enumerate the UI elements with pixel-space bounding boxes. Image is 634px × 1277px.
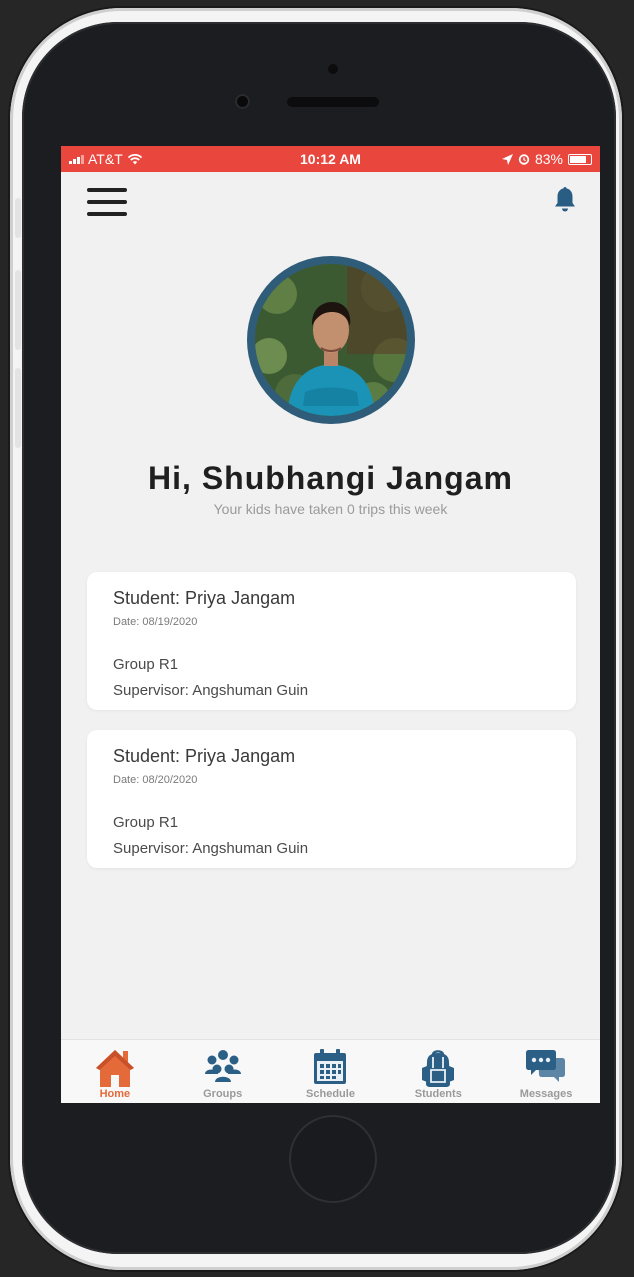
status-right: 83%: [501, 151, 592, 167]
trip-card[interactable]: Student: Priya Jangam Date: 08/20/2020 G…: [87, 730, 576, 868]
trip-supervisor: Supervisor: Angshuman Guin: [113, 682, 309, 699]
volume-up-button: [15, 270, 21, 350]
earpiece-speaker: [287, 97, 379, 107]
mute-switch: [15, 198, 21, 238]
location-arrow-icon: [501, 153, 513, 165]
bell-icon[interactable]: [550, 184, 580, 216]
groups-icon: [204, 1050, 241, 1082]
trip-supervisor: Supervisor: Angshuman Guin: [113, 840, 309, 857]
profile-photo: [255, 264, 407, 416]
hamburger-menu-icon[interactable]: [87, 188, 127, 218]
trip-card[interactable]: Student: Priya Jangam Date: 08/19/2020 G…: [87, 572, 576, 710]
app-screen: AT&T 10:12 AM 83% Hi, Shubhangi Jangam Y…: [61, 146, 600, 1103]
tab-messages[interactable]: Messages: [492, 1040, 600, 1103]
backpack-icon: [422, 1050, 455, 1087]
volume-down-button: [15, 368, 21, 448]
trip-group: Group R1: [113, 656, 179, 673]
front-camera: [235, 94, 250, 109]
chat-icon: [526, 1050, 566, 1082]
tab-schedule[interactable]: Schedule: [277, 1040, 385, 1103]
battery-percent: 83%: [534, 151, 563, 167]
battery-icon: [568, 153, 592, 165]
trip-student: Student: Priya Jangam: [113, 746, 296, 766]
bottom-tab-bar: Home Groups Schedule Students Messages: [61, 1039, 600, 1103]
tab-label: Home: [99, 1088, 131, 1100]
alarm-icon: [518, 154, 530, 165]
trip-date: Date: 08/20/2020: [113, 774, 198, 786]
tab-label: Schedule: [306, 1088, 355, 1100]
home-icon: [95, 1050, 134, 1087]
trip-group: Group R1: [113, 814, 179, 831]
proximity-sensor: [328, 64, 338, 74]
home-button[interactable]: [289, 1115, 377, 1203]
trip-date: Date: 08/19/2020: [113, 616, 198, 628]
profile-avatar: [247, 256, 415, 424]
status-bar: AT&T 10:12 AM 83%: [61, 146, 600, 172]
calendar-icon: [314, 1049, 347, 1084]
tab-home[interactable]: Home: [61, 1040, 169, 1103]
tab-label: Students: [414, 1088, 462, 1100]
tab-students[interactable]: Students: [384, 1040, 492, 1103]
greeting-heading: Hi, Shubhangi Jangam: [148, 460, 513, 496]
trips-summary: Your kids have taken 0 trips this week: [213, 501, 448, 517]
tab-label: Groups: [203, 1088, 243, 1100]
tab-groups[interactable]: Groups: [169, 1040, 277, 1103]
trip-student: Student: Priya Jangam: [113, 588, 296, 608]
tab-label: Messages: [519, 1088, 573, 1100]
